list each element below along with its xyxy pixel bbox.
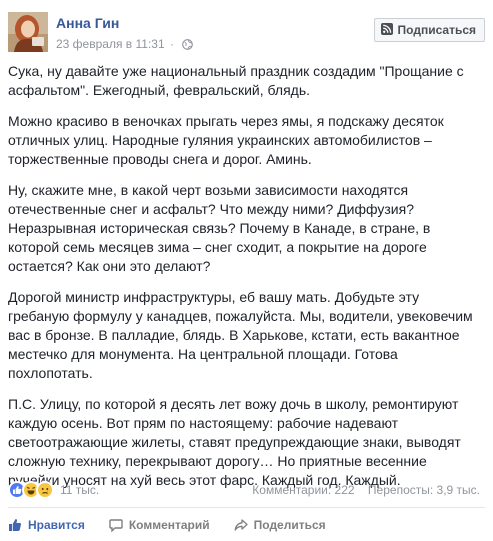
globe-icon xyxy=(182,39,194,53)
divider xyxy=(8,507,485,508)
engagement-counts: Комментарии: 222 Перепосты: 3,9 тыс. xyxy=(252,483,480,497)
avatar[interactable] xyxy=(8,12,48,52)
reaction-icons[interactable] xyxy=(8,481,54,499)
comment-icon xyxy=(109,519,123,532)
comments-count[interactable]: Комментарии: 222 xyxy=(252,483,354,497)
like-button[interactable]: Нравится xyxy=(8,513,85,537)
post-meta: 23 февраля в 11:31 · xyxy=(56,37,194,53)
subscribe-label: Подписаться xyxy=(397,23,476,37)
sad-icon xyxy=(36,481,54,499)
shares-count[interactable]: Перепосты: 3,9 тыс. xyxy=(368,483,480,497)
paragraph: П.С. Улицу, по которой я десять лет вожу… xyxy=(8,396,461,488)
rss-icon xyxy=(380,22,393,38)
subscribe-button[interactable]: Подписаться xyxy=(373,18,485,42)
post-card: Анна Гин 23 февраля в 11:31 · Подписатьс… xyxy=(0,0,493,541)
post-body: Сука, ну давайте уже национальный праздн… xyxy=(8,62,478,502)
comment-label: Комментарий xyxy=(128,518,210,532)
meta-separator: · xyxy=(169,37,174,51)
action-bar: Нравится Комментарий Поделиться xyxy=(8,513,485,537)
paragraph: Можно красиво в веночках прыгать через я… xyxy=(8,113,444,167)
share-icon xyxy=(234,519,248,531)
reaction-count[interactable]: 11 тыс. xyxy=(60,483,99,497)
author-name[interactable]: Анна Гин xyxy=(56,15,119,31)
post-header: Анна Гин 23 февраля в 11:31 · Подписатьс… xyxy=(8,12,485,56)
like-label: Нравится xyxy=(28,518,85,532)
comment-button[interactable]: Комментарий xyxy=(109,513,210,537)
paragraph: Дорогой министр инфраструктуры, еб вашу … xyxy=(8,289,473,381)
paragraph: Ну, скажите мне, в какой черт возьми зав… xyxy=(8,182,431,274)
paragraph: Сука, ну давайте уже национальный праздн… xyxy=(8,63,464,98)
share-button[interactable]: Поделиться xyxy=(234,513,326,537)
thumbs-up-icon xyxy=(9,519,22,531)
share-label: Поделиться xyxy=(253,518,326,532)
post-date[interactable]: 23 февраля в 11:31 xyxy=(56,37,165,51)
reactions-bar: 11 тыс. Комментарии: 222 Перепосты: 3,9 … xyxy=(8,481,485,501)
